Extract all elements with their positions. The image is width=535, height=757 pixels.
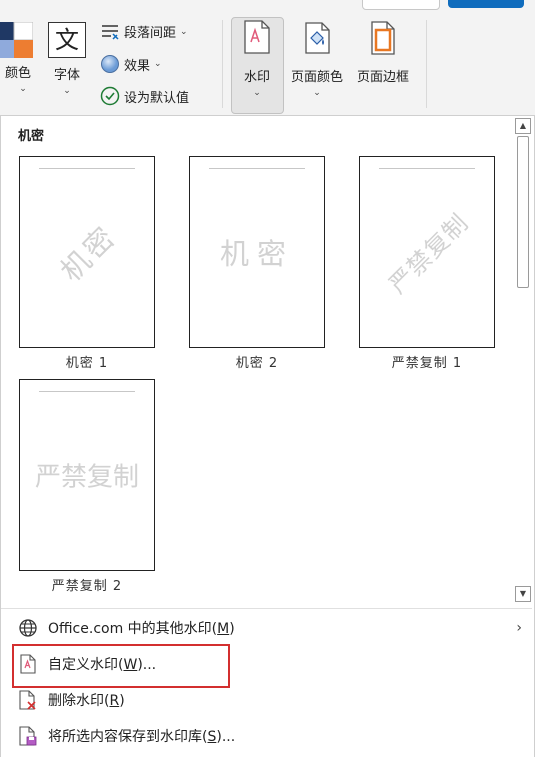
save-to-watermark-gallery-item[interactable]: 将所选内容保存到水印库(S)... [1, 720, 532, 752]
set-default-button[interactable]: 设为默认值 [100, 86, 189, 106]
theme-colors-button[interactable]: 颜色 ⌄ [0, 21, 34, 94]
top-button-partial[interactable] [362, 0, 440, 10]
watermark-option-caption: 严禁复制 1 [391, 356, 463, 371]
page-color-label: 页面颜色 [290, 70, 343, 85]
scroll-down-arrow-icon[interactable]: ▼ [515, 586, 531, 602]
effects-label: 效果 [124, 58, 151, 74]
top-primary-button-partial[interactable] [448, 0, 524, 8]
watermark-button[interactable]: 水印 ⌄ [232, 20, 282, 98]
menu-divider [1, 608, 532, 609]
watermark-preview-text: 严禁复制 [34, 462, 140, 493]
watermark-dropdown: 机密 机密 机密 1 机密 机密 2 严禁复制 严禁复制 1 严禁复制 严禁复制… [0, 115, 535, 757]
chevron-down-icon: ⌄ [313, 88, 321, 98]
remove-watermark-item[interactable]: 删除水印(R) [1, 684, 532, 716]
chevron-down-icon: ⌄ [180, 26, 188, 37]
chevron-down-icon: ⌄ [63, 86, 71, 96]
page-borders-button[interactable]: 页面边框 [352, 20, 414, 85]
watermark-icon [244, 20, 270, 54]
watermark-preview-page: 机密 [19, 156, 155, 348]
fonts-button[interactable]: 文 字体 ⌄ [47, 22, 87, 96]
remove-watermark-label: 删除水印(R) [48, 693, 125, 709]
watermark-preview-text: 严禁复制 [383, 208, 475, 300]
office-more-watermarks-item[interactable]: Office.com 中的其他水印(M) › [1, 612, 532, 644]
page-header-line [209, 168, 305, 169]
page-header-line [379, 168, 475, 169]
watermark-option[interactable]: 机密 机密 2 [189, 156, 325, 371]
watermark-preview-page: 机密 [189, 156, 325, 348]
check-circle-icon [100, 86, 120, 106]
ribbon-separator [426, 20, 427, 108]
set-default-label: 设为默认值 [124, 90, 190, 106]
gallery-scrollbar[interactable]: ▲ ▼ [513, 116, 531, 606]
watermark-option-caption: 机密 1 [65, 356, 109, 371]
watermark-option[interactable]: 严禁复制 严禁复制 2 [19, 379, 155, 594]
chevron-down-icon: ⌄ [253, 88, 261, 98]
watermark-preview-page: 严禁复制 [359, 156, 495, 348]
chevron-down-icon: ⌄ [19, 84, 27, 94]
fonts-glyph: 文 [55, 26, 79, 54]
effects-button[interactable]: 效果 ⌄ [100, 54, 162, 74]
paragraph-spacing-icon [102, 24, 119, 40]
globe-icon [18, 618, 38, 638]
save-to-gallery-icon [18, 726, 38, 746]
save-to-watermark-gallery-label: 将所选内容保存到水印库(S)... [48, 729, 236, 745]
page-header-line [39, 391, 135, 392]
watermark-option-caption: 严禁复制 2 [51, 579, 123, 594]
remove-watermark-icon [18, 690, 38, 710]
paragraph-spacing-label: 段落间距 [124, 26, 177, 41]
ribbon-separator [222, 20, 223, 108]
theme-colors-label: 颜色 [4, 66, 31, 81]
watermark-preview-page: 严禁复制 [19, 379, 155, 571]
fonts-icon: 文 [48, 22, 86, 58]
page-color-button[interactable]: 页面颜色 ⌄ [286, 20, 348, 98]
watermark-preview-text: 机密 [53, 218, 124, 289]
scroll-up-arrow-icon[interactable]: ▲ [515, 118, 531, 134]
gallery-section-title: 机密 [18, 129, 45, 144]
page-color-icon [305, 22, 330, 54]
watermark-option[interactable]: 机密 机密 1 [19, 156, 155, 371]
theme-colors-icon [0, 21, 34, 58]
chevron-down-icon: ⌄ [154, 59, 162, 69]
office-more-watermarks-label: Office.com 中的其他水印(M) [48, 621, 235, 637]
watermark-preview-text: 机密 [219, 237, 295, 271]
chevron-right-icon: › [516, 620, 522, 636]
fonts-label: 字体 [53, 68, 80, 83]
annotation-highlight-box [12, 644, 230, 688]
scrollbar-thumb[interactable] [517, 136, 529, 288]
watermark-gallery: 机密 机密 机密 1 机密 机密 2 严禁复制 严禁复制 1 严禁复制 严禁复制… [1, 116, 511, 606]
watermark-option[interactable]: 严禁复制 严禁复制 1 [359, 156, 495, 371]
page-borders-label: 页面边框 [356, 70, 409, 85]
watermark-label: 水印 [243, 70, 270, 85]
page-header-line [39, 168, 135, 169]
ribbon: 颜色 ⌄ 文 字体 ⌄ 段落间距 ⌄ 效果 ⌄ 设为默认值 水印 ⌄ 页面颜色 … [0, 0, 535, 116]
watermark-option-caption: 机密 2 [235, 356, 279, 371]
paragraph-spacing-button[interactable]: 段落间距 ⌄ [100, 22, 188, 41]
effects-icon [101, 55, 119, 73]
page-borders-icon [371, 21, 395, 55]
